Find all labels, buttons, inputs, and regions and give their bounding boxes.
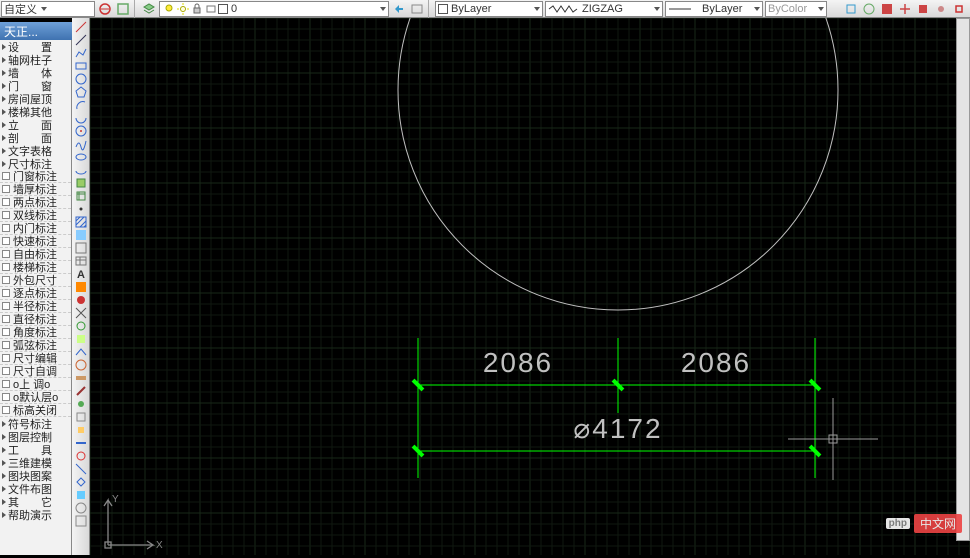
layer-state-icon[interactable] — [408, 1, 426, 17]
tool-block-icon[interactable] — [73, 176, 89, 189]
dim-style-selector[interactable]: 自定义 — [1, 1, 95, 17]
zigzag-icon — [548, 3, 582, 15]
linetype-value: ZIGZAG — [582, 3, 623, 15]
right-toolbar — [842, 1, 968, 17]
osnap-icon-1[interactable] — [842, 1, 860, 17]
tool-t27-icon[interactable] — [73, 371, 89, 384]
tool-t33-icon[interactable] — [73, 449, 89, 462]
linetype-selector[interactable]: ZIGZAG — [545, 1, 663, 17]
layer-selector[interactable]: 0 — [159, 1, 389, 17]
drawing-canvas[interactable]: 2086 2086 ⌀4172 X Y — [90, 18, 970, 555]
tool-t24-icon[interactable] — [73, 332, 89, 345]
lock-icon — [190, 2, 204, 16]
lineweight-value: ByLayer — [702, 3, 742, 15]
tool-t26-icon[interactable] — [73, 358, 89, 371]
tool-hatch-icon[interactable] — [73, 215, 89, 228]
tool-t21-icon[interactable] — [73, 293, 89, 306]
tool-poly-icon[interactable] — [73, 85, 89, 98]
left-panel: 设 置轴网柱子墙 体门 窗房间屋顶楼梯其他立 面剖 面文字表格尺寸标注 门窗标注… — [0, 40, 72, 555]
icon-btn-1[interactable] — [96, 1, 114, 17]
tool-t28-icon[interactable] — [73, 384, 89, 397]
tool-line2-icon[interactable] — [73, 33, 89, 46]
lightbulb-icon — [162, 2, 176, 16]
osnap-icon-6[interactable] — [932, 1, 950, 17]
tool-insert-icon[interactable] — [73, 189, 89, 202]
tool-t25-icon[interactable] — [73, 345, 89, 358]
color-value: ByLayer — [451, 3, 491, 15]
tool-point-icon[interactable] — [73, 202, 89, 215]
dim-text-left: 2086 — [483, 347, 553, 378]
tool-text-icon[interactable]: A — [73, 267, 89, 280]
tool-pline-icon[interactable] — [73, 46, 89, 59]
tool-region-icon[interactable] — [73, 241, 89, 254]
osnap-icon-2[interactable] — [860, 1, 878, 17]
watermark-text: 中文网 — [914, 514, 962, 533]
svg-text:Y: Y — [112, 494, 119, 505]
canvas-svg: 2086 2086 ⌀4172 X Y — [90, 18, 970, 555]
chevron-down-icon — [534, 7, 540, 11]
crosshair-cursor — [788, 398, 878, 480]
osnap-icon-7[interactable] — [950, 1, 968, 17]
tool-t23-icon[interactable] — [73, 319, 89, 332]
layer-color-swatch — [218, 4, 228, 14]
top-toolbar: 自定义 0 ByLayer ZIGZAG ByLayer ByColor — [0, 0, 970, 18]
line-icon — [668, 3, 702, 15]
tool-table-icon[interactable] — [73, 254, 89, 267]
vertical-scrollbar[interactable] — [956, 18, 970, 541]
tool-t38-icon[interactable] — [73, 514, 89, 527]
chevron-down-icon — [818, 7, 824, 11]
tool-ellarc-icon[interactable] — [73, 163, 89, 176]
tool-t32-icon[interactable] — [73, 436, 89, 449]
tool-t36-icon[interactable] — [73, 488, 89, 501]
sun-icon — [176, 2, 190, 16]
icon-btn-2[interactable] — [114, 1, 132, 17]
dimension-upper[interactable]: 2086 2086 — [412, 338, 822, 418]
tool-t22-icon[interactable] — [73, 306, 89, 319]
tool-t29-icon[interactable] — [73, 397, 89, 410]
osnap-icon-3[interactable] — [878, 1, 896, 17]
chevron-down-icon — [380, 7, 386, 11]
plot-icon — [204, 2, 218, 16]
chevron-down-icon — [41, 7, 47, 11]
panel-title[interactable]: 天正... — [0, 22, 72, 40]
panel-tail-7[interactable]: 帮助演示 — [0, 508, 71, 521]
svg-text:X: X — [156, 540, 163, 551]
dim-text-full: ⌀4172 — [573, 413, 662, 444]
watermark: php 中文网 — [886, 514, 962, 533]
osnap-icon-5[interactable] — [914, 1, 932, 17]
tool-rect-icon[interactable] — [73, 59, 89, 72]
layer-manager-icon[interactable] — [140, 1, 158, 17]
tool-ellipse-icon[interactable] — [73, 150, 89, 163]
layer-name: 0 — [231, 3, 237, 15]
chevron-down-icon — [754, 7, 760, 11]
tool-circle2-icon[interactable] — [73, 124, 89, 137]
layer-prev-icon[interactable] — [390, 1, 408, 17]
dimension-lower[interactable]: ⌀4172 — [412, 413, 822, 478]
plot-color-value: ByColor — [768, 3, 807, 15]
tool-t35-icon[interactable] — [73, 475, 89, 488]
tool-arc2-icon[interactable] — [73, 111, 89, 124]
color-swatch-icon — [438, 4, 448, 14]
tool-t31-icon[interactable] — [73, 423, 89, 436]
chevron-down-icon — [654, 7, 660, 11]
tool-t34-icon[interactable] — [73, 462, 89, 475]
tool-t37-icon[interactable] — [73, 501, 89, 514]
tool-column-1: A — [72, 18, 90, 555]
tool-t20-icon[interactable] — [73, 280, 89, 293]
lineweight-selector[interactable]: ByLayer — [665, 1, 763, 17]
tool-grad-icon[interactable] — [73, 228, 89, 241]
tool-t30-icon[interactable] — [73, 410, 89, 423]
tool-line-icon[interactable] — [73, 20, 89, 33]
watermark-logo: php — [886, 518, 910, 529]
tool-circle-icon[interactable] — [73, 72, 89, 85]
dim-style-value: 自定义 — [4, 1, 37, 17]
plot-color-selector[interactable]: ByColor — [765, 1, 827, 17]
dim-text-right: 2086 — [681, 347, 751, 378]
tool-spline-icon[interactable] — [73, 137, 89, 150]
tool-arc-icon[interactable] — [73, 98, 89, 111]
osnap-icon-4[interactable] — [896, 1, 914, 17]
color-selector[interactable]: ByLayer — [435, 1, 543, 17]
